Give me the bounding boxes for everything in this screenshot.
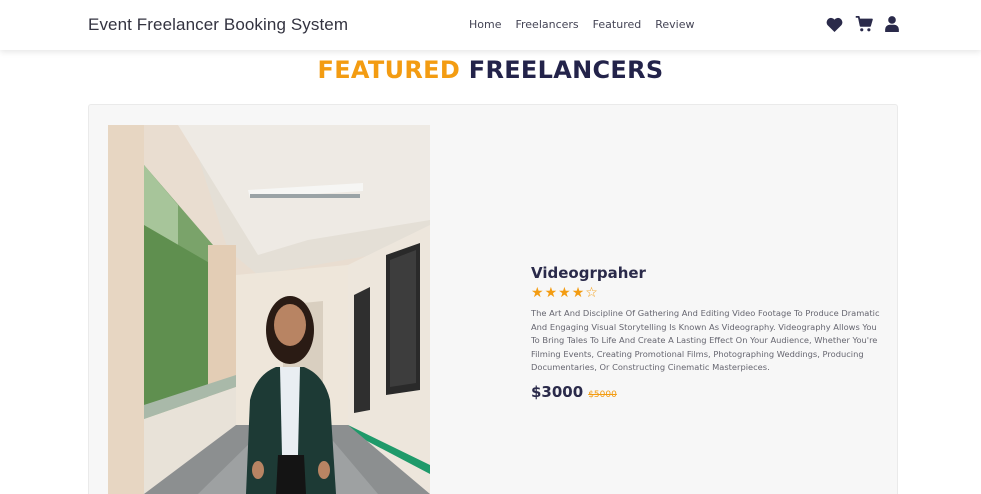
freelancer-photo	[108, 125, 430, 494]
cart-icon[interactable]	[855, 16, 873, 32]
section-title: FEATURED FREELANCERS	[0, 56, 981, 84]
nav-link-review[interactable]: Review	[655, 18, 694, 31]
current-price: $3000	[531, 382, 584, 401]
star-filled-icon: ★	[531, 285, 544, 301]
section-title-main: FREELANCERS	[468, 56, 664, 84]
star-filled-icon: ★	[544, 285, 558, 301]
top-navbar: Event Freelancer Booking System Home Fre…	[0, 0, 981, 50]
nav-link-featured[interactable]: Featured	[593, 18, 642, 31]
freelancer-details: Videogrpaher ★ ★ ★ ★ ☆ The Art And Disciplin…	[531, 264, 886, 401]
price-row: $3000 $5000	[531, 383, 886, 401]
old-price: $5000	[588, 389, 617, 400]
star-empty-icon: ☆	[585, 285, 598, 301]
nav-link-home[interactable]: Home	[469, 18, 501, 31]
nav-link-freelancers[interactable]: Freelancers	[515, 18, 578, 31]
freelancer-name: Videogrpaher	[531, 264, 646, 282]
brand-title[interactable]: Event Freelancer Booking System	[88, 15, 348, 35]
user-icon[interactable]	[885, 16, 899, 32]
freelancer-description: The Art And Discipline Of Gathering And …	[531, 308, 880, 373]
main-nav: Home Freelancers Featured Review	[469, 18, 708, 31]
star-filled-icon: ★	[558, 285, 571, 301]
rating-stars: ★ ★ ★ ★ ☆	[531, 286, 886, 300]
heart-icon[interactable]	[826, 17, 843, 32]
header-icons	[826, 16, 899, 32]
section-title-accent: FEATURED	[317, 56, 461, 84]
star-filled-icon: ★	[571, 285, 585, 301]
